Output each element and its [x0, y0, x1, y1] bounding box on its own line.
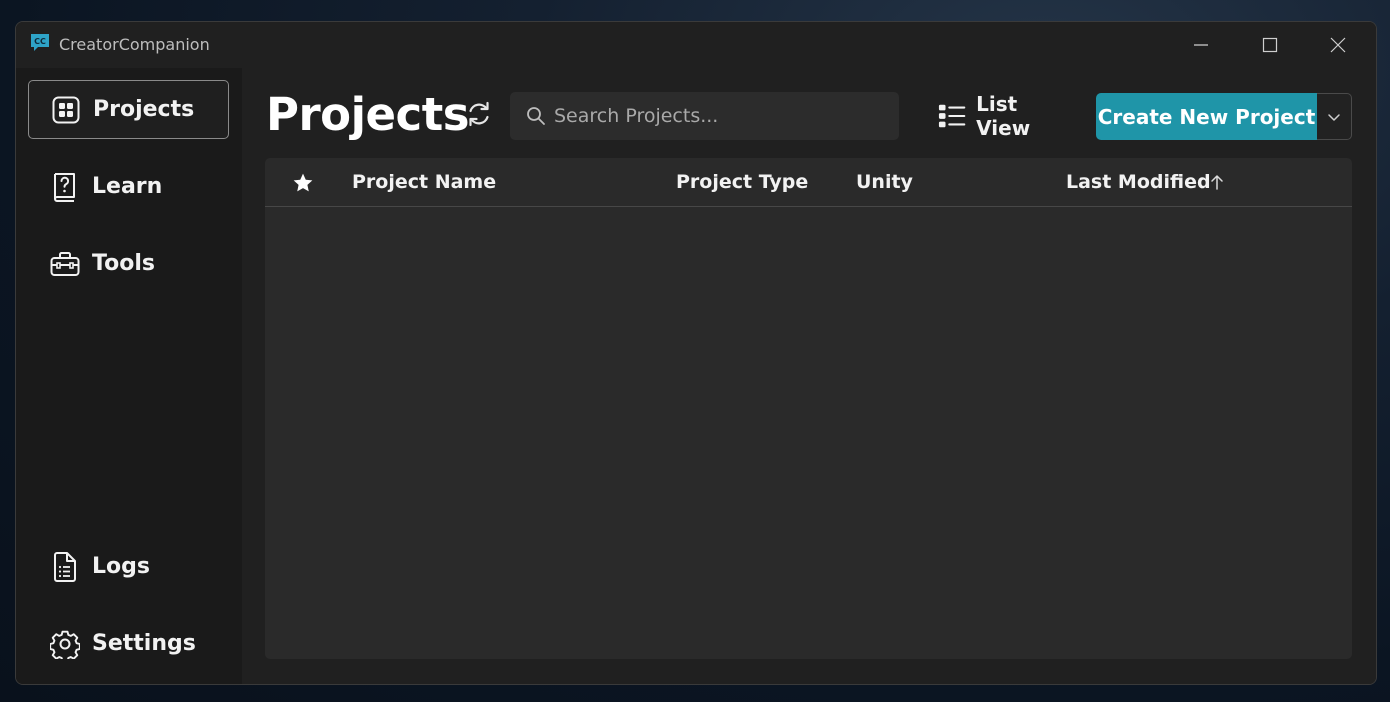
grid-icon: [51, 95, 81, 125]
toolbox-icon: [50, 249, 80, 279]
app-window: CC CreatorCompanion Projects Learn Tools…: [15, 21, 1377, 685]
maximize-button[interactable]: [1242, 22, 1298, 68]
svg-text:CC: CC: [34, 37, 46, 46]
app-logo-icon: CC: [31, 34, 49, 51]
maximize-icon: [1262, 37, 1278, 53]
chevron-down-icon: [1328, 113, 1340, 121]
close-icon: [1330, 37, 1346, 53]
sort-ascending-icon[interactable]: [1210, 174, 1224, 190]
column-header-project-type[interactable]: Project Type: [676, 171, 808, 193]
title-bar[interactable]: CC CreatorCompanion: [16, 22, 1376, 68]
sidebar-item-projects[interactable]: Projects: [28, 80, 229, 139]
minimize-button[interactable]: [1173, 22, 1229, 68]
document-list-icon: [50, 551, 80, 582]
sidebar-item-settings[interactable]: Settings: [28, 614, 229, 673]
refresh-icon: [469, 101, 489, 127]
projects-table: Project Name Project Type Unity Last Mod…: [265, 158, 1352, 659]
create-options-dropdown[interactable]: [1317, 93, 1352, 140]
column-header-unity[interactable]: Unity: [856, 171, 913, 193]
window-title: CreatorCompanion: [59, 35, 210, 54]
main-content: Projects Search Projects... List View Cr…: [242, 68, 1376, 684]
search-icon: [527, 107, 545, 125]
column-header-last-modified[interactable]: Last Modified: [1066, 171, 1211, 193]
sidebar-item-label: Logs: [92, 554, 150, 579]
sidebar-item-logs[interactable]: Logs: [28, 537, 229, 596]
sidebar: Projects Learn Tools Logs Settings: [16, 68, 242, 684]
favorite-star-icon[interactable]: [292, 172, 314, 194]
gear-icon: [50, 629, 80, 659]
table-header: Project Name Project Type Unity Last Mod…: [265, 158, 1352, 207]
search-box[interactable]: [510, 92, 899, 140]
question-book-icon: [50, 172, 80, 202]
list-view-toggle[interactable]: List View: [932, 92, 1072, 140]
minimize-icon: [1194, 44, 1208, 46]
close-button[interactable]: [1310, 22, 1366, 68]
column-header-project-name[interactable]: Project Name: [352, 171, 496, 193]
table-body: [265, 208, 1352, 659]
list-view-icon: [938, 104, 966, 128]
sidebar-item-label: Tools: [92, 251, 155, 276]
sidebar-item-label: Projects: [93, 97, 195, 122]
sidebar-item-tools[interactable]: Tools: [28, 234, 229, 293]
list-view-label: List View: [976, 92, 1031, 140]
sidebar-item-learn[interactable]: Learn: [28, 157, 229, 216]
refresh-button[interactable]: [464, 99, 494, 129]
sidebar-item-label: Learn: [92, 174, 163, 199]
search-input[interactable]: [554, 92, 884, 140]
create-new-project-button[interactable]: Create New Project: [1096, 93, 1317, 140]
sidebar-item-label: Settings: [92, 631, 196, 656]
page-title: Projects: [266, 88, 470, 141]
